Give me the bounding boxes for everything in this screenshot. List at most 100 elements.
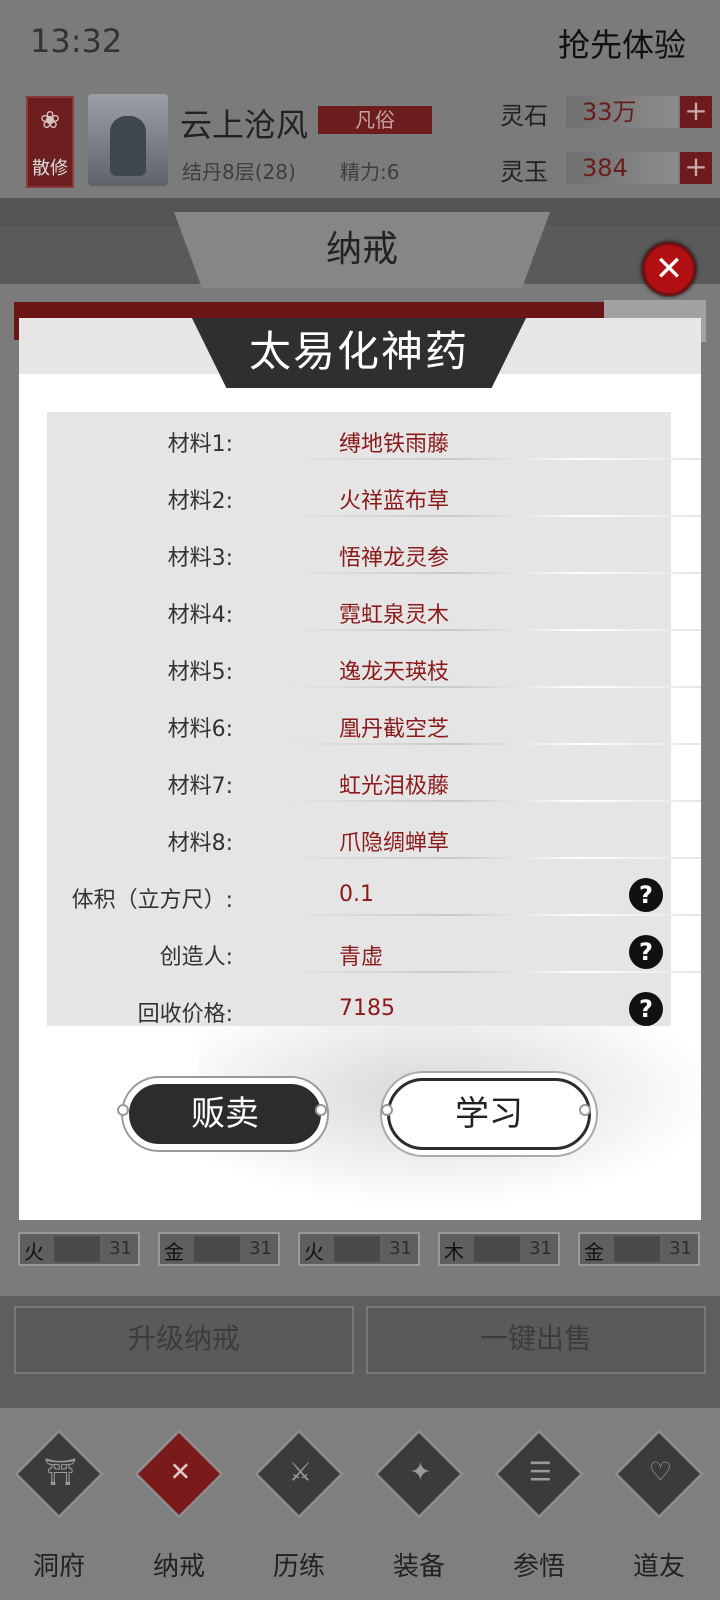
status-bar: 13:32 抢先体验 xyxy=(0,0,720,84)
divider xyxy=(285,572,701,574)
item-thumbnail xyxy=(614,1236,660,1262)
player-header: ❀ 散修 云上沧风 凡俗 结丹8层(28) 精力:6 灵石 33万 + 灵玉 3… xyxy=(0,84,720,198)
property-value: 霓虹泉灵木 xyxy=(339,603,450,628)
property-value: 青虚 xyxy=(339,945,384,970)
button-ornament xyxy=(315,1104,327,1116)
sell-all-button[interactable]: 一键出售 xyxy=(366,1306,706,1374)
nav-training[interactable]: ⚔ 历练 xyxy=(244,1428,354,1582)
property-row: 材料2: 火祥蓝布草 xyxy=(47,469,701,526)
learn-button[interactable]: 学习 xyxy=(387,1078,591,1150)
property-value: 火祥蓝布草 xyxy=(339,489,450,514)
add-spirit-jade-button[interactable]: + xyxy=(680,152,712,184)
nav-cave[interactable]: ⛩ 洞府 xyxy=(4,1428,114,1582)
player-name: 云上沧风 xyxy=(180,106,309,144)
item-count: 31 xyxy=(249,1238,272,1259)
property-row: 材料3: 悟禅龙灵参 xyxy=(47,526,701,583)
icon-glyph: ✕ xyxy=(169,1457,192,1488)
property-value: 爪隐绸蝉草 xyxy=(339,831,450,856)
divider xyxy=(285,629,701,631)
property-value: 缚地铁雨藤 xyxy=(339,432,450,457)
upgrade-ring-button[interactable]: 升级纳戒 xyxy=(14,1306,354,1374)
item-count: 31 xyxy=(389,1238,412,1259)
divider xyxy=(285,458,701,460)
inventory-slot[interactable]: 金 31 xyxy=(578,1232,700,1266)
item-count: 31 xyxy=(109,1238,132,1259)
sword-icon: ✦ xyxy=(373,1428,465,1520)
property-row: 材料5: 逸龙天瑛枝 xyxy=(47,640,701,697)
property-label: 材料4: xyxy=(167,603,233,628)
property-row: 材料8: 爪隐绸蝉草 xyxy=(47,811,701,868)
spirit-stone-label: 灵石 xyxy=(500,102,548,130)
icon-glyph: ♡ xyxy=(648,1457,673,1488)
sect-badge-label: 散修 xyxy=(32,158,68,179)
property-value: 虹光泪极藤 xyxy=(339,774,450,799)
early-access-label[interactable]: 抢先体验 xyxy=(558,20,686,66)
icon-glyph: ☰ xyxy=(528,1457,553,1488)
avatar[interactable] xyxy=(88,94,168,186)
book-icon: ☰ xyxy=(493,1428,585,1520)
cultivation-level: 结丹8层(28) xyxy=(182,160,296,184)
divider xyxy=(285,686,701,688)
sell-button[interactable]: 贩卖 xyxy=(123,1078,327,1150)
property-value: 逸龙天瑛枝 xyxy=(339,660,450,685)
icon-glyph: ⚔ xyxy=(288,1457,313,1488)
property-row: 材料7: 虹光泪极藤 xyxy=(47,754,701,811)
clock: 13:32 xyxy=(30,22,123,60)
property-row: 材料4: 霓虹泉灵木 xyxy=(47,583,701,640)
property-label: 材料8: xyxy=(167,831,233,856)
inventory-slot[interactable]: 火 31 xyxy=(298,1232,420,1266)
divider xyxy=(285,857,701,859)
property-label: 材料3: xyxy=(167,546,233,571)
add-spirit-stone-button[interactable]: + xyxy=(680,96,712,128)
property-value: 7185 xyxy=(339,996,395,1021)
nav-equipment[interactable]: ✦ 装备 xyxy=(364,1428,474,1582)
element-tag: 金 xyxy=(584,1240,604,1264)
divider xyxy=(285,971,701,973)
item-properties: 材料1: 缚地铁雨藤 材料2: 火祥蓝布草 材料3: 悟禅龙灵参 材料4: 霓虹… xyxy=(47,412,701,1027)
property-row: 材料6: 凰丹截空芝 xyxy=(47,697,701,754)
nav-friends[interactable]: ♡ 道友 xyxy=(604,1428,714,1582)
nav-label: 参悟 xyxy=(512,1552,565,1582)
property-row: 材料1: 缚地铁雨藤 xyxy=(47,412,701,469)
item-count: 31 xyxy=(669,1238,692,1259)
realm-tag: 凡俗 xyxy=(318,106,432,134)
help-icon[interactable]: ? xyxy=(629,992,663,1026)
item-thumbnail xyxy=(334,1236,380,1262)
spirit-jade-label: 灵玉 xyxy=(500,158,548,186)
element-tag: 金 xyxy=(164,1240,184,1264)
property-value: 0.1 xyxy=(339,882,374,907)
inventory-slot[interactable]: 火 31 xyxy=(18,1232,140,1266)
divider xyxy=(285,515,701,517)
nav-label: 装备 xyxy=(392,1552,445,1582)
item-detail-dialog: 太易化神药 材料1: 缚地铁雨藤 材料2: 火祥蓝布草 材料3: 悟禅龙灵参 材… xyxy=(19,318,701,1220)
icon-glyph: ⛩ xyxy=(43,1457,77,1488)
spirit-stone-value: 33万 xyxy=(566,96,678,128)
gate-icon: ⛩ xyxy=(13,1428,105,1520)
nav-label: 洞府 xyxy=(32,1552,85,1582)
panel-title: 纳戒 xyxy=(325,229,398,270)
nav-label: 纳戒 xyxy=(152,1552,205,1582)
property-row-creator: 创造人: 青虚 ? xyxy=(47,925,701,982)
close-dialog-button[interactable]: ✕ xyxy=(642,242,696,296)
handshake-icon: ♡ xyxy=(613,1428,705,1520)
item-title: 太易化神药 xyxy=(189,318,529,388)
inventory-slot[interactable]: 木 31 xyxy=(438,1232,560,1266)
property-row-volume: 体积（立方尺）: 0.1 ? xyxy=(47,868,701,925)
property-value: 凰丹截空芝 xyxy=(339,717,450,742)
nav-ring[interactable]: ✕ 纳戒 xyxy=(124,1428,234,1582)
panel-title-tab: 纳戒 xyxy=(174,212,550,288)
nav-comprehend[interactable]: ☰ 参悟 xyxy=(484,1428,594,1582)
swords-icon: ⚔ xyxy=(253,1428,345,1520)
property-row-recycle-price: 回收价格: 7185 ? xyxy=(47,982,671,1039)
help-icon[interactable]: ? xyxy=(629,878,663,912)
help-icon[interactable]: ? xyxy=(629,935,663,969)
energy-value: 精力:6 xyxy=(340,160,400,184)
lotus-icon: ❀ xyxy=(39,106,61,134)
item-thumbnail xyxy=(54,1236,100,1262)
inventory-slot[interactable]: 金 31 xyxy=(158,1232,280,1266)
property-label: 回收价格: xyxy=(137,1002,233,1027)
item-thumbnail xyxy=(474,1236,520,1262)
element-tag: 火 xyxy=(24,1240,44,1264)
sect-badge: ❀ 散修 xyxy=(26,96,74,188)
element-tag: 火 xyxy=(304,1240,324,1264)
